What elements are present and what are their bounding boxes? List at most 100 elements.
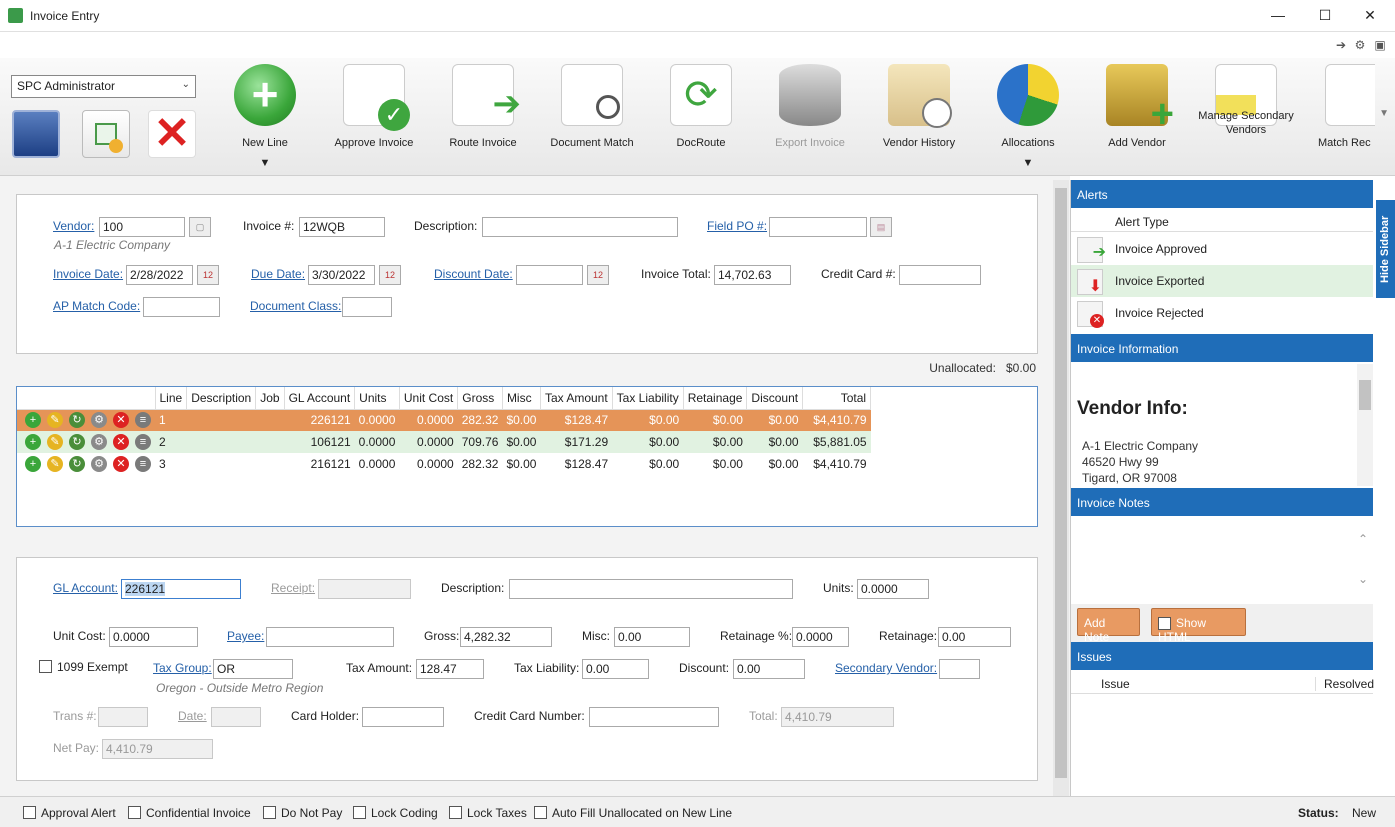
- col-total[interactable]: Total: [802, 387, 872, 410]
- dropdown-arrow-icon[interactable]: ▼: [215, 157, 315, 169]
- notes-icon[interactable]: ≡: [135, 434, 151, 450]
- line-total-field[interactable]: 4,410.79: [781, 707, 894, 727]
- cell-line[interactable]: 3: [155, 453, 187, 475]
- pin-icon[interactable]: ➔: [1334, 38, 1348, 52]
- cell-tax-liability[interactable]: $0.00: [612, 453, 683, 475]
- ap-match-code-field[interactable]: [143, 297, 220, 317]
- save-icon[interactable]: [12, 110, 60, 158]
- line-discount-field[interactable]: 0.00: [733, 659, 805, 679]
- maximize-button[interactable]: ☐: [1305, 4, 1345, 26]
- split-icon[interactable]: ⚙: [91, 456, 107, 472]
- do-not-pay-checkbox[interactable]: Do Not Pay: [263, 806, 342, 820]
- invoice-date-link[interactable]: Invoice Date:: [53, 267, 123, 281]
- cell-tax-amount[interactable]: $171.29: [540, 431, 613, 453]
- auto-fill-unallocated-checkbox[interactable]: Auto Fill Unallocated on New Line: [534, 806, 732, 820]
- close-window-button[interactable]: ✕: [1350, 4, 1390, 26]
- calendar-icon[interactable]: 12: [587, 265, 609, 285]
- cancel-icon[interactable]: ✕: [148, 110, 196, 158]
- refresh-icon[interactable]: ↻: [69, 434, 85, 450]
- col-line[interactable]: Line: [155, 387, 188, 410]
- refresh-icon[interactable]: ↻: [69, 456, 85, 472]
- cell-tax-amount[interactable]: $128.47: [540, 409, 613, 431]
- credit-card-field[interactable]: [899, 265, 981, 285]
- minimize-button[interactable]: —: [1258, 4, 1298, 26]
- cell-retainage[interactable]: $0.00: [683, 453, 747, 475]
- tax-liability-field[interactable]: 0.00: [582, 659, 649, 679]
- col-unit-cost[interactable]: Unit Cost: [399, 387, 459, 410]
- approval-alert-checkbox[interactable]: Approval Alert: [23, 806, 116, 820]
- dropdown-arrow-icon[interactable]: ▼: [978, 157, 1078, 169]
- notes-icon[interactable]: ≡: [135, 456, 151, 472]
- hide-sidebar-tab[interactable]: Hide Sidebar: [1376, 200, 1395, 298]
- cell-units[interactable]: 0.0000: [354, 409, 400, 431]
- col-description[interactable]: Description: [186, 387, 257, 410]
- invoice-date-field[interactable]: 2/28/2022: [126, 265, 193, 285]
- payee-link[interactable]: Payee:: [227, 629, 264, 643]
- cell-line[interactable]: 1: [155, 409, 187, 431]
- cell-misc[interactable]: $0.00: [502, 431, 541, 453]
- cell-description[interactable]: [186, 409, 256, 431]
- alert-row[interactable]: ✕ Invoice Rejected: [1071, 297, 1373, 329]
- issues-header[interactable]: Issues: [1071, 642, 1373, 670]
- cell-total[interactable]: $4,410.79: [802, 409, 871, 431]
- export-invoice-button[interactable]: Export Invoice: [760, 64, 860, 172]
- receipt-link[interactable]: Receipt:: [271, 581, 315, 595]
- cc-number-field[interactable]: [589, 707, 719, 727]
- tax-group-link[interactable]: Tax Group:: [153, 661, 212, 675]
- checkbox-checked-icon[interactable]: ✓: [1158, 617, 1171, 632]
- cell-total[interactable]: $4,410.79: [803, 453, 871, 475]
- cell-retainage[interactable]: $0.00: [683, 431, 747, 453]
- cell-discount[interactable]: $0.00: [746, 409, 803, 431]
- date-field[interactable]: [211, 707, 261, 727]
- allocations-button[interactable]: Allocations ▼: [978, 64, 1078, 172]
- scroll-up-icon[interactable]: ⌃: [1358, 532, 1368, 546]
- cell-job[interactable]: [255, 431, 285, 453]
- split-icon[interactable]: ⚙: [91, 434, 107, 450]
- checkbox-icon[interactable]: [449, 806, 462, 819]
- tax-amount-field[interactable]: 128.47: [416, 659, 484, 679]
- notes-area[interactable]: ⌃ ⌄: [1071, 518, 1373, 604]
- cell-misc[interactable]: $0.00: [502, 409, 541, 431]
- alert-row[interactable]: ⬇ Invoice Exported: [1071, 265, 1373, 297]
- cell-misc[interactable]: $0.00: [502, 453, 540, 475]
- cell-units[interactable]: 0.0000: [354, 431, 400, 453]
- add-vendor-button[interactable]: + Add Vendor: [1087, 64, 1187, 172]
- table-row[interactable]: + ✎ ↻ ⚙ ✕ ≡ 2 106121 0.0000 0.0000 709.76 $0.00 $171…: [17, 431, 871, 453]
- alert-type-column[interactable]: Alert Type: [1115, 215, 1169, 229]
- units-field[interactable]: 0.0000: [857, 579, 929, 599]
- cell-gross[interactable]: 709.76: [457, 431, 503, 453]
- checkbox-icon[interactable]: [263, 806, 276, 819]
- gear-icon[interactable]: ⚙: [1353, 38, 1367, 52]
- ribbon-scroll-icon[interactable]: ▼: [1379, 108, 1389, 119]
- cell-tax-liability[interactable]: $0.00: [612, 409, 684, 431]
- confidential-invoice-checkbox[interactable]: Confidential Invoice: [128, 806, 251, 820]
- cell-gross[interactable]: 282.32: [458, 453, 503, 475]
- add-line-icon[interactable]: +: [25, 456, 41, 472]
- cell-gl-account[interactable]: 216121: [284, 453, 355, 475]
- col-job[interactable]: Job: [255, 387, 285, 410]
- document-match-button[interactable]: Document Match: [542, 64, 642, 172]
- cell-tax-amount[interactable]: $128.47: [540, 453, 612, 475]
- date-link[interactable]: Date:: [178, 709, 207, 723]
- unit-cost-field[interactable]: 0.0000: [109, 627, 198, 647]
- show-html-toggle[interactable]: ✓ Show HTML: [1151, 608, 1246, 644]
- edit-icon[interactable]: ✎: [47, 456, 63, 472]
- vendor-lookup-icon[interactable]: ▢: [189, 217, 211, 237]
- invoice-number-field[interactable]: 12WQB: [299, 217, 385, 237]
- col-units[interactable]: Units: [354, 387, 400, 410]
- refresh-icon[interactable]: ↻: [69, 412, 85, 429]
- docroute-button[interactable]: ⟳ DocRoute: [651, 64, 751, 172]
- add-line-icon[interactable]: +: [25, 412, 41, 429]
- scrollbar-thumb[interactable]: [1055, 188, 1067, 778]
- cell-unit-cost[interactable]: 0.0000: [399, 431, 458, 453]
- checkbox-icon[interactable]: [353, 806, 366, 819]
- calendar-icon[interactable]: 12: [379, 265, 401, 285]
- exempt-1099-checkbox[interactable]: 1099 Exempt: [39, 660, 128, 674]
- ap-match-code-link[interactable]: AP Match Code:: [53, 299, 140, 313]
- lock-coding-checkbox[interactable]: Lock Coding: [353, 806, 438, 820]
- cell-tax-liability[interactable]: $0.00: [612, 431, 684, 453]
- add-note-button[interactable]: Add Note: [1077, 608, 1140, 644]
- vendor-history-button[interactable]: Vendor History: [869, 64, 969, 172]
- delete-icon[interactable]: ✕: [113, 434, 129, 450]
- gl-account-field[interactable]: 226121: [121, 579, 241, 599]
